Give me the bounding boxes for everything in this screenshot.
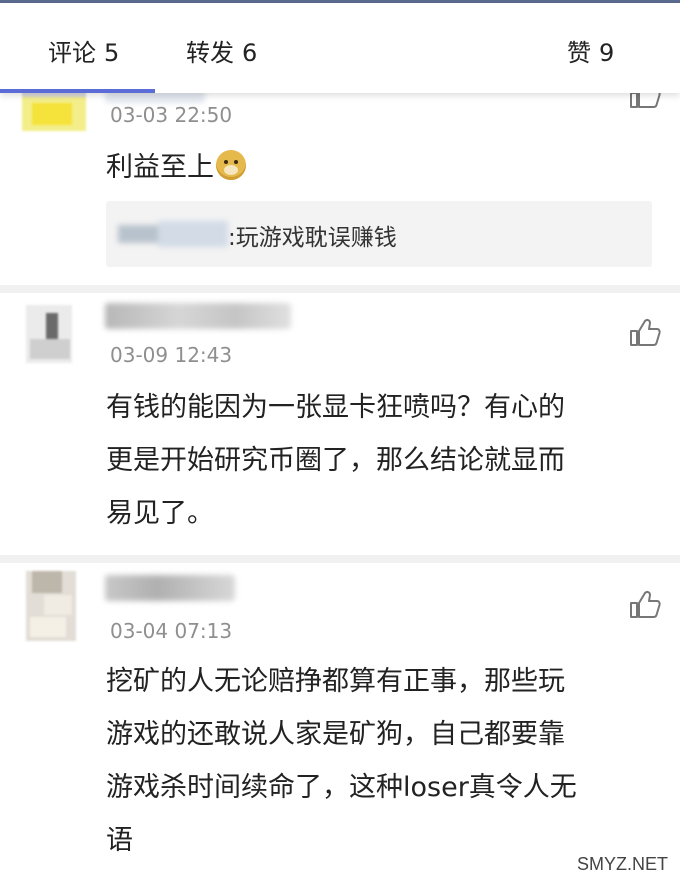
reply-quote-box[interactable]: :玩游戏耽误赚钱 (106, 201, 652, 267)
comment-text-content: 利益至上 (106, 152, 214, 183)
tab-reposts-label: 转发 (186, 39, 234, 67)
comment-text: 利益至上 (106, 141, 646, 194)
comment-line: 易见了。 (106, 498, 214, 529)
comment-text: 有钱的能因为一张显卡狂喷吗？有心的 更是开始研究币圈了，那么结论就显而 易见了。 (106, 381, 646, 540)
comment-text: 挖矿的人无论赔挣都算有正事，那些玩 游戏的还敢说人家是矿狗，自己都要靠 游戏杀时… (106, 655, 646, 867)
comment-line: 有钱的能因为一张显卡狂喷吗？有心的 (106, 392, 565, 423)
tab-likes-label: 赞 (567, 39, 591, 67)
tab-comments-label: 评论 (48, 39, 96, 67)
username-blurred[interactable] (105, 303, 291, 329)
comment-item: 03-03 22:50 利益至上 :玩游戏耽误赚钱 (0, 75, 680, 285)
divider (0, 285, 680, 293)
tab-likes[interactable]: 赞9 (567, 33, 614, 68)
username-blurred[interactable] (105, 575, 235, 601)
comment-item: 03-09 12:43 有钱的能因为一张显卡狂喷吗？有心的 更是开始研究币圈了，… (0, 293, 680, 555)
tab-comments-count: 5 (104, 39, 120, 67)
comment-line: 游戏杀时间续命了，这种loser真令人无 (106, 772, 577, 803)
comment-time: 03-09 12:43 (110, 343, 233, 367)
thumbs-up-icon[interactable] (628, 315, 662, 349)
comment-item: 03-04 07:13 挖矿的人无论赔挣都算有正事，那些玩 游戏的还敢说人家是矿… (0, 563, 680, 887)
tab-bar: 评论 5 转发 6 赞9 (0, 3, 680, 93)
divider (0, 555, 680, 563)
comment-time: 03-03 22:50 (110, 103, 233, 127)
tab-reposts-count: 6 (242, 39, 258, 67)
doge-icon (216, 150, 246, 180)
comment-line: 挖矿的人无论赔挣都算有正事，那些玩 (106, 666, 565, 697)
reply-text: :玩游戏耽误赚钱 (228, 225, 397, 251)
avatar[interactable] (26, 571, 76, 641)
watermark: SMYZ.NET (576, 854, 668, 874)
comment-line: 游戏的还敢说人家是矿狗，自己都要靠 (106, 719, 565, 750)
comment-line: 语 (106, 825, 133, 856)
comment-time: 03-04 07:13 (110, 619, 233, 643)
tab-likes-count: 9 (599, 39, 615, 67)
tab-active-indicator (0, 89, 155, 93)
tab-reposts[interactable]: 转发 6 (186, 33, 257, 68)
tab-comments[interactable]: 评论 5 (48, 33, 119, 68)
thumbs-up-icon[interactable] (628, 587, 662, 621)
reply-username-blurred[interactable] (118, 221, 228, 247)
avatar[interactable] (26, 305, 72, 363)
comment-line: 更是开始研究币圈了，那么结论就显而 (106, 445, 565, 476)
